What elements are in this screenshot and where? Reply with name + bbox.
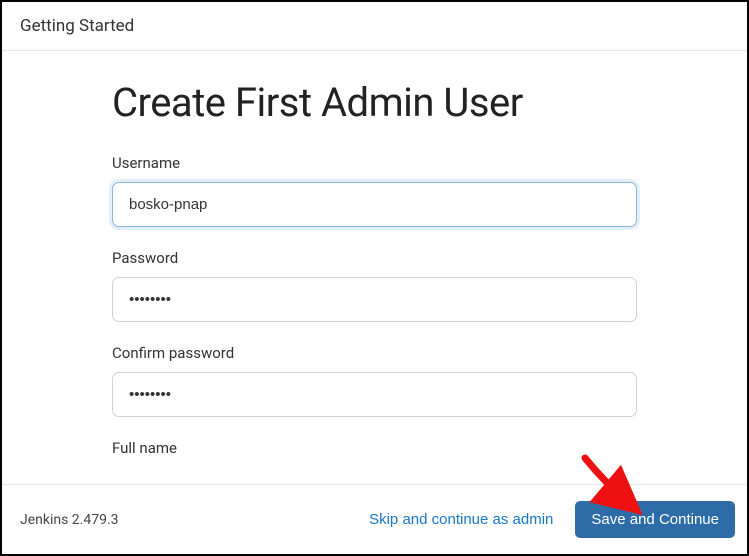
fullname-label: Full name xyxy=(112,439,637,457)
wizard-header: Getting Started xyxy=(2,2,747,51)
confirm-password-group: Confirm password xyxy=(112,344,637,417)
fullname-group: Full name xyxy=(112,439,637,457)
footer-actions: Skip and continue as admin Save and Cont… xyxy=(365,501,735,538)
username-label: Username xyxy=(112,154,637,172)
password-group: Password xyxy=(112,249,637,322)
jenkins-version: Jenkins 2.479.3 xyxy=(20,512,119,528)
page-title: Create First Admin User xyxy=(112,79,637,126)
wizard-header-title: Getting Started xyxy=(20,16,134,36)
skip-button[interactable]: Skip and continue as admin xyxy=(365,505,557,534)
confirm-password-input[interactable] xyxy=(112,372,637,417)
confirm-password-label: Confirm password xyxy=(112,344,637,362)
password-input[interactable] xyxy=(112,277,637,322)
username-group: Username xyxy=(112,154,637,227)
save-continue-button[interactable]: Save and Continue xyxy=(575,501,735,538)
username-input[interactable] xyxy=(112,182,637,227)
password-label: Password xyxy=(112,249,637,267)
wizard-footer: Jenkins 2.479.3 Skip and continue as adm… xyxy=(2,484,747,554)
wizard-main: Create First Admin User Username Passwor… xyxy=(2,51,747,484)
